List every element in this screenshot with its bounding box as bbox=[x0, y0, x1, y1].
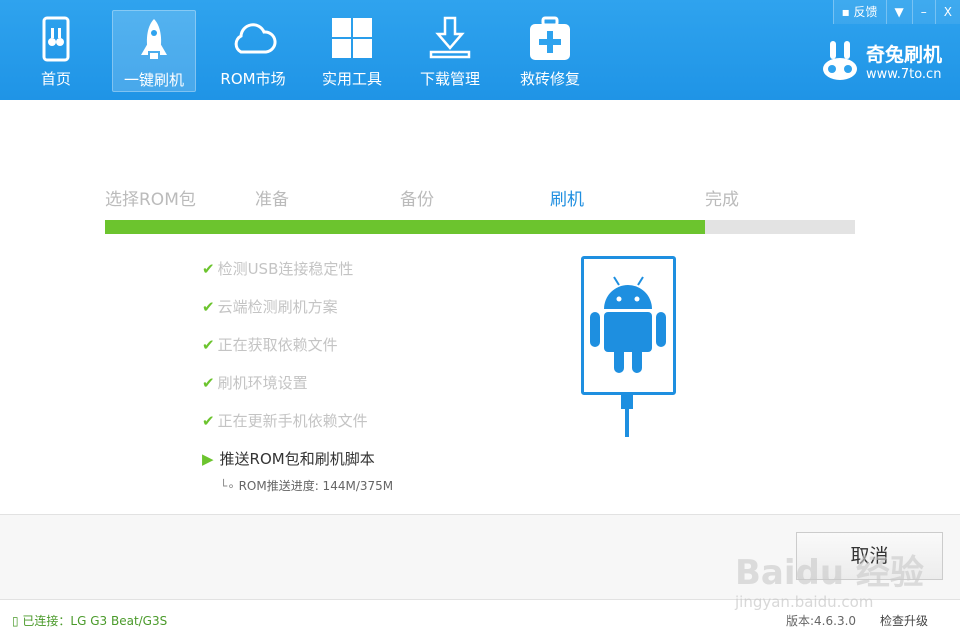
windows-grid-icon bbox=[332, 18, 372, 58]
nav-label: 实用工具 bbox=[321, 70, 382, 88]
feedback-button[interactable]: ▪ 反馈 bbox=[832, 0, 886, 24]
nav-label: 首页 bbox=[40, 70, 71, 88]
play-arrow-icon: ▶ bbox=[202, 450, 214, 468]
rabbit-logo-icon bbox=[822, 41, 857, 80]
step-backup: 备份 bbox=[400, 190, 434, 210]
usb-cable bbox=[625, 395, 629, 437]
progress-fill bbox=[105, 220, 705, 234]
android-icon bbox=[590, 276, 666, 373]
progress-bar bbox=[105, 220, 855, 234]
nav-rom-market[interactable]: ROM市场 bbox=[211, 10, 295, 92]
check-update-link[interactable]: 检查升级 bbox=[880, 612, 928, 629]
brand-logo: 奇兔刷机 www.7to.cn bbox=[822, 40, 942, 82]
task-label: 云端检测刷机方案 bbox=[217, 298, 338, 316]
check-icon: ✔ bbox=[202, 412, 215, 430]
branch-icon: └∘ bbox=[220, 479, 239, 493]
feedback-icon: ▪ bbox=[841, 5, 854, 19]
current-task-label: 推送ROM包和刷机脚本 bbox=[219, 450, 375, 468]
brand-name: 奇兔刷机 bbox=[865, 44, 942, 66]
task-item: ✔ 检测USB连接稳定性 bbox=[202, 258, 353, 279]
nav-home[interactable]: 首页 bbox=[14, 10, 98, 92]
task-item: ✔ 云端检测刷机方案 bbox=[202, 296, 338, 317]
nav-tools[interactable]: 实用工具 bbox=[310, 10, 394, 92]
phone-rabbit-icon bbox=[42, 16, 70, 62]
connection-status: ▯ 已连接：LG G3 Beat/G3S bbox=[12, 612, 167, 629]
task-item: ✔ 刷机环境设置 bbox=[202, 372, 308, 393]
task-label: 刷机环境设置 bbox=[217, 374, 308, 392]
nav-brick-repair[interactable]: 救砖修复 bbox=[508, 10, 592, 92]
first-aid-icon bbox=[530, 16, 570, 60]
task-label: 正在更新手机依赖文件 bbox=[217, 412, 368, 430]
check-icon: ✔ bbox=[202, 374, 215, 392]
minimize-button[interactable]: – bbox=[911, 0, 935, 24]
check-icon: ✔ bbox=[202, 336, 215, 354]
close-button[interactable]: X bbox=[934, 0, 960, 24]
nav-label: 下载管理 bbox=[419, 70, 480, 88]
check-icon: ✔ bbox=[202, 260, 215, 278]
phone-illustration bbox=[581, 256, 676, 395]
task-item: ✔ 正在获取依赖文件 bbox=[202, 334, 338, 355]
task-item: ✔ 正在更新手机依赖文件 bbox=[202, 410, 368, 431]
nav-label: ROM市场 bbox=[220, 70, 286, 88]
step-done: 完成 bbox=[705, 190, 739, 210]
baidu-watermark: Baidu 经验 bbox=[735, 553, 924, 593]
top-bar: 首页 一键刷机 ROM市场 实用工具 下载管理 救砖修复 ▪ 反馈 ▼ – X … bbox=[0, 0, 960, 100]
version-label: 版本:4.6.3.0 bbox=[786, 614, 857, 628]
sub-status-label: ROM推送进度: 144M/375M bbox=[238, 479, 394, 493]
menu-button[interactable]: ▼ bbox=[885, 0, 912, 24]
nav-label: 救砖修复 bbox=[519, 70, 580, 88]
feedback-label: 反馈 bbox=[853, 5, 878, 19]
sub-status: └∘ ROM推送进度: 144M/375M bbox=[220, 477, 393, 494]
step-flash: 刷机 bbox=[550, 190, 584, 210]
step-prepare: 准备 bbox=[255, 190, 289, 210]
watermark-url: jingyan.baidu.com bbox=[735, 593, 874, 611]
current-task: ▶ 推送ROM包和刷机脚本 bbox=[202, 448, 375, 469]
rocket-icon bbox=[141, 19, 167, 59]
task-label: 检测USB连接稳定性 bbox=[217, 260, 354, 278]
phone-icon: ▯ bbox=[12, 614, 23, 628]
brand-url: www.7to.cn bbox=[865, 67, 942, 82]
nav-one-click-flash[interactable]: 一键刷机 bbox=[112, 10, 196, 92]
nav-downloads[interactable]: 下载管理 bbox=[408, 10, 492, 92]
task-label: 正在获取依赖文件 bbox=[217, 336, 338, 354]
check-icon: ✔ bbox=[202, 298, 215, 316]
connection-label: 已连接：LG G3 Beat/G3S bbox=[22, 614, 168, 628]
cloud-icon bbox=[234, 23, 277, 54]
step-select-rom: 选择ROM包 bbox=[105, 190, 196, 210]
download-icon bbox=[429, 16, 471, 59]
nav-label: 一键刷机 bbox=[123, 71, 184, 89]
